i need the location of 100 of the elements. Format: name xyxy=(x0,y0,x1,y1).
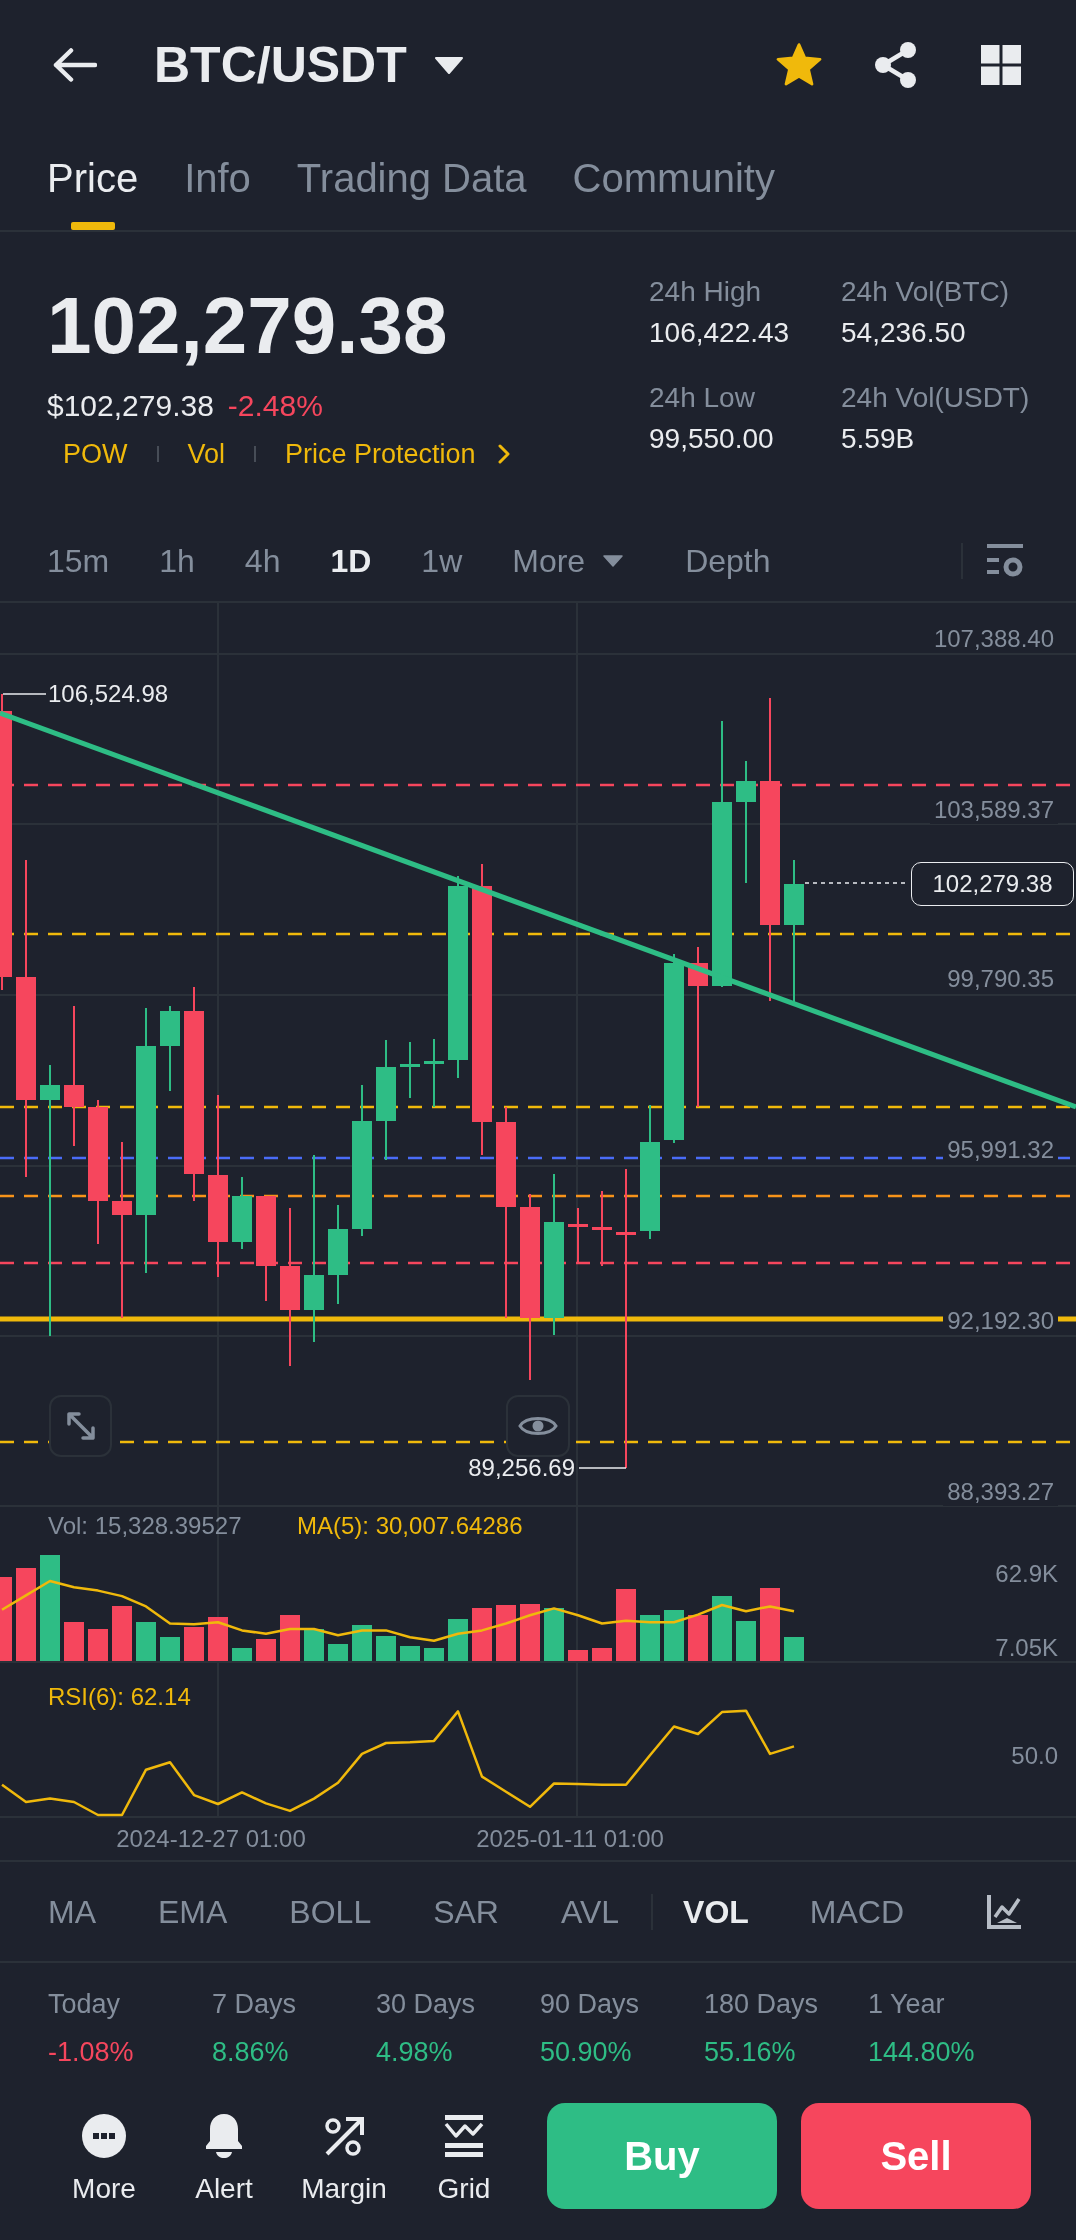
caret-icon xyxy=(434,56,463,74)
volume-bar xyxy=(784,1637,804,1661)
price-change: -2.48% xyxy=(227,388,323,424)
volume-bar xyxy=(112,1606,132,1661)
volume-bar xyxy=(592,1648,612,1661)
tag-link[interactable]: POW xyxy=(63,438,128,470)
trade-button[interactable]: Buy xyxy=(547,2103,777,2209)
volume-bar xyxy=(280,1615,300,1661)
period-change: -1.08% xyxy=(48,2036,134,2069)
volume-bar xyxy=(208,1617,228,1661)
stat-value: 106,422.43 xyxy=(649,316,790,350)
time-axis-label: 2024-12-27 01:00 xyxy=(116,1825,306,1853)
toolbar-button[interactable]: Margin xyxy=(301,2114,387,2206)
high-price-label: 106,524.98 xyxy=(48,680,169,708)
volume-reading: Vol: 15,328.39527 xyxy=(48,1512,242,1540)
pair-selector[interactable]: BTC/USDT xyxy=(154,35,463,95)
period-label: 180 Days xyxy=(704,1988,819,2021)
volume-bar xyxy=(376,1636,396,1661)
volume-bar xyxy=(328,1644,348,1661)
volume-bar xyxy=(664,1610,684,1661)
volume-axis-label: 7.05K xyxy=(995,1634,1058,1662)
time-axis-label: 2025-01-11 01:00 xyxy=(476,1825,664,1853)
toolbar-button[interactable]: More xyxy=(72,2114,136,2206)
volume-bar xyxy=(400,1646,420,1661)
settings-icon[interactable] xyxy=(987,543,1023,578)
usd-price: $102,279.38 xyxy=(47,388,214,424)
period-change: 4.98% xyxy=(376,2036,453,2069)
tab[interactable]: Price xyxy=(47,130,139,230)
leader-line xyxy=(578,1467,627,1469)
last-price-label: 102,279.38 xyxy=(911,862,1074,906)
interval-tab[interactable]: 15m xyxy=(47,540,110,581)
interval-tab[interactable]: 1h xyxy=(159,540,195,581)
volume-bar xyxy=(496,1605,516,1661)
indicator-tab[interactable]: AVL xyxy=(560,1891,620,1932)
volume-bar xyxy=(640,1615,660,1661)
indicator-tab[interactable]: MACD xyxy=(809,1891,905,1932)
stat-value: 54,236.50 xyxy=(841,316,966,350)
period-label: 30 Days xyxy=(376,1988,476,2021)
share-icon[interactable] xyxy=(874,42,918,88)
toolbar-button[interactable]: Grid xyxy=(437,2114,491,2206)
more-dropdown[interactable]: More xyxy=(512,540,624,581)
volume-bar xyxy=(520,1604,540,1661)
period-label: Today xyxy=(48,1988,121,2021)
period-label: 7 Days xyxy=(212,1988,297,2021)
stat-label: 24h Vol(BTC) xyxy=(841,275,1010,309)
tag-link[interactable]: Vol xyxy=(187,438,226,470)
period-change: 50.90% xyxy=(540,2036,632,2069)
rsi-reading: RSI(6): 62.14 xyxy=(48,1683,191,1711)
volume-bar xyxy=(160,1637,180,1661)
indicator-tab[interactable]: VOL xyxy=(683,1891,749,1932)
volume-bar xyxy=(64,1622,84,1661)
period-change: 8.86% xyxy=(212,2036,289,2069)
leader-line xyxy=(2,693,47,695)
stat-value: 99,550.00 xyxy=(649,422,774,456)
volume-bar xyxy=(136,1622,156,1661)
depth-tab[interactable]: Depth xyxy=(685,540,771,581)
candle xyxy=(424,1039,444,1107)
volume-bar xyxy=(232,1648,252,1661)
candle xyxy=(400,1042,420,1098)
grid-chart-icon xyxy=(442,2114,486,2158)
volume-bar xyxy=(544,1608,564,1661)
line-chart-icon[interactable] xyxy=(987,1894,1021,1929)
fullscreen-button[interactable] xyxy=(49,1395,112,1457)
volume-bar xyxy=(472,1608,492,1661)
trade-button[interactable]: Sell xyxy=(801,2103,1031,2209)
indicator-tab[interactable]: EMA xyxy=(158,1891,228,1932)
grid-icon[interactable] xyxy=(981,45,1021,85)
interval-tab[interactable]: 1D xyxy=(330,540,372,581)
more-icon xyxy=(82,2114,126,2158)
volume-bar xyxy=(352,1625,372,1661)
volume-axis-label: 62.9K xyxy=(995,1560,1058,1588)
volume-bar xyxy=(184,1627,204,1661)
percent-arrow-icon xyxy=(322,2114,366,2158)
price-protection-link[interactable]: Price Protection xyxy=(285,438,510,470)
tab[interactable]: Info xyxy=(184,130,251,230)
volume-bar xyxy=(712,1596,732,1661)
bell-icon xyxy=(204,2114,244,2158)
interval-tab[interactable]: 4h xyxy=(244,540,281,581)
candle xyxy=(232,1177,252,1249)
interval-tab[interactable]: 1w xyxy=(421,540,463,581)
chevron-right-icon xyxy=(497,444,510,464)
volume-bar xyxy=(256,1639,276,1661)
visibility-button[interactable] xyxy=(506,1395,570,1457)
volume-bar xyxy=(424,1648,444,1661)
volume-bar xyxy=(616,1589,636,1661)
star-icon[interactable] xyxy=(776,43,822,87)
indicator-tab[interactable]: BOLL xyxy=(289,1891,372,1932)
toolbar-button[interactable]: Alert xyxy=(195,2114,253,2206)
back-arrow-icon[interactable] xyxy=(53,48,97,82)
volume-bar xyxy=(736,1621,756,1661)
rsi-axis-label: 50.0 xyxy=(1011,1742,1058,1770)
stat-label: 24h High xyxy=(649,275,762,309)
volume-bar xyxy=(688,1615,708,1661)
low-price-label: 89,256.69 xyxy=(468,1454,575,1482)
tab[interactable]: Trading Data xyxy=(296,130,527,230)
candle xyxy=(568,1208,588,1263)
volume-bar xyxy=(568,1650,588,1661)
indicator-tab[interactable]: MA xyxy=(48,1891,96,1932)
indicator-tab[interactable]: SAR xyxy=(433,1891,499,1932)
tab[interactable]: Community xyxy=(572,130,775,230)
